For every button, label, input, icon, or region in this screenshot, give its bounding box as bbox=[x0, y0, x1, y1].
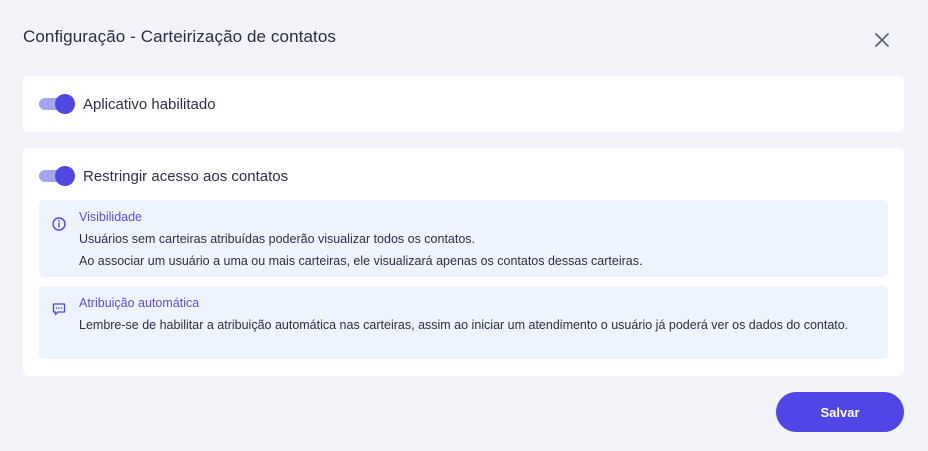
close-button[interactable] bbox=[872, 30, 892, 50]
auto-assignment-text: Lembre-se de habilitar a atribuição auto… bbox=[79, 318, 849, 332]
auto-assignment-info-box: Atribuição automática Lembre-se de habil… bbox=[39, 286, 888, 359]
visibility-text-2: Ao associar um usuário a uma ou mais car… bbox=[79, 254, 643, 268]
dialog-title: Configuração - Carteirização de contatos bbox=[23, 27, 336, 46]
app-enabled-row: Aplicativo habilitado bbox=[39, 93, 216, 115]
restrict-access-toggle[interactable] bbox=[39, 165, 75, 187]
restrict-access-row: Restringir acesso aos contatos bbox=[39, 165, 288, 187]
app-enabled-label: Aplicativo habilitado bbox=[83, 95, 216, 113]
visibility-title: Visibilidade bbox=[79, 210, 143, 224]
toggle-knob bbox=[55, 94, 75, 114]
restrict-access-card: Restringir acesso aos contatos Visibilid… bbox=[23, 148, 904, 376]
app-enabled-toggle[interactable] bbox=[39, 93, 75, 115]
app-enabled-card: Aplicativo habilitado bbox=[23, 76, 904, 132]
chat-icon bbox=[52, 303, 66, 316]
auto-assignment-title: Atribuição automática bbox=[79, 296, 200, 310]
info-icon bbox=[52, 217, 66, 231]
save-button[interactable]: Salvar bbox=[776, 392, 904, 432]
toggle-knob bbox=[55, 166, 75, 186]
dialog-header: Configuração - Carteirização de contatos bbox=[23, 27, 904, 55]
visibility-info-box: Visibilidade Usuários sem carteiras atri… bbox=[39, 200, 888, 277]
restrict-access-label: Restringir acesso aos contatos bbox=[83, 167, 289, 185]
visibility-text-1: Usuários sem carteiras atribuídas poderã… bbox=[79, 232, 476, 246]
close-icon bbox=[875, 33, 889, 47]
